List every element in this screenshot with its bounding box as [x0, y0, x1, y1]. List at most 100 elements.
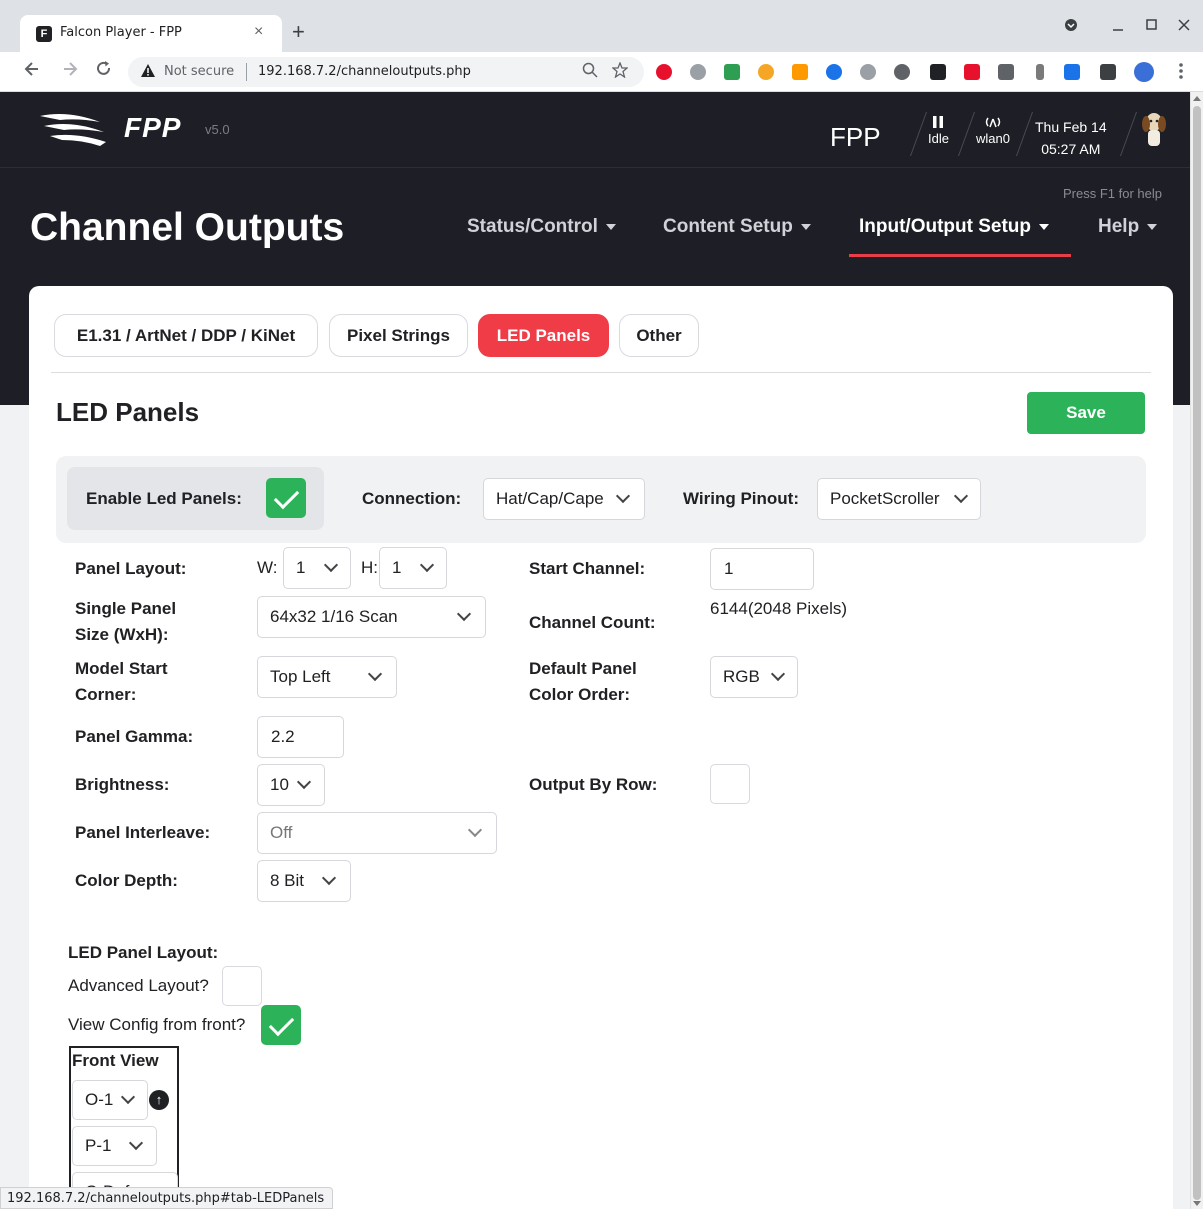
output-select[interactable]: O-1	[72, 1080, 148, 1120]
section-title: LED Panels	[56, 397, 200, 427]
arrow-up-icon[interactable]: ↑	[149, 1090, 169, 1110]
phone-extension-icon[interactable]	[724, 64, 740, 80]
bottle-extension-icon[interactable]	[1036, 64, 1044, 80]
window-extension-icon[interactable]	[998, 64, 1014, 80]
start-channel-input[interactable]: 1	[710, 548, 814, 590]
nav-content-setup[interactable]: Content Setup	[663, 216, 811, 238]
security-text: Not secure	[164, 64, 235, 79]
settings-extension-icon[interactable]	[690, 64, 706, 80]
chevron-down-icon	[800, 223, 811, 230]
maximize-icon[interactable]	[1146, 18, 1158, 37]
terminal-extension-icon[interactable]	[930, 64, 946, 80]
header-divider	[957, 112, 976, 156]
close-window-icon[interactable]	[1178, 18, 1190, 37]
led-panel-layout-label: LED Panel Layout:	[68, 943, 219, 962]
advanced-layout-label: Advanced Layout?	[68, 976, 209, 995]
brightness-select[interactable]: 10	[257, 764, 325, 806]
bookmark-star-icon[interactable]	[611, 61, 629, 82]
panel-config-bar: Enable Led Panels: Connection: Hat/Cap/C…	[56, 456, 1146, 543]
wiring-pinout-select[interactable]: PocketScroller	[817, 478, 981, 520]
chevron-down-icon	[323, 557, 339, 573]
nav-input-output-setup[interactable]: Input/Output Setup	[859, 216, 1050, 238]
back-icon[interactable]	[24, 60, 40, 83]
connection-select[interactable]: Hat/Cap/Cape	[483, 478, 645, 520]
save-button[interactable]: Save	[1027, 392, 1145, 434]
feather-extension-icon[interactable]	[1064, 64, 1080, 80]
nav-status-control[interactable]: Status/Control	[467, 216, 616, 238]
falcon-logo-icon[interactable]	[38, 110, 110, 155]
panel-height-select[interactable]: 1	[379, 547, 447, 589]
close-tab-icon[interactable]: ×	[254, 23, 263, 41]
amazon-extension-icon[interactable]	[792, 64, 808, 80]
puzzle-extensions-icon[interactable]	[1100, 64, 1116, 80]
active-nav-indicator	[849, 254, 1071, 257]
minimize-icon[interactable]	[1112, 18, 1124, 37]
panel-interleave-select[interactable]: Off	[257, 812, 497, 854]
fpp-header: FPP v5.0 FPP Idle wlan0 Thu Feb 14 05:27…	[0, 92, 1190, 168]
address-bar[interactable]: Not secure 192.168.7.2/channeloutputs.ph…	[128, 57, 644, 87]
single-panel-size-select[interactable]: 64x32 1/16 Scan	[257, 596, 486, 638]
default-color-order-select[interactable]: RGB	[710, 656, 798, 698]
browser-tab[interactable]: F Falcon Player - FPP ×	[20, 15, 282, 52]
wiring-pinout-label: Wiring Pinout:	[683, 489, 799, 508]
view-front-checkbox[interactable]	[261, 1005, 301, 1045]
network-status[interactable]: wlan0	[976, 116, 1010, 146]
scroll-down-icon[interactable]	[1193, 1201, 1201, 1206]
fpp-version: v5.0	[205, 122, 230, 137]
page-scrollbar[interactable]	[1190, 92, 1203, 1209]
header-divider	[909, 112, 928, 156]
chevron-down-icon	[605, 223, 616, 230]
circle-extension-icon[interactable]	[860, 64, 876, 80]
model-start-corner-select[interactable]: Top Left	[257, 656, 397, 698]
advanced-layout-checkbox[interactable]	[222, 966, 262, 1006]
model-start-label: Model Start Corner:	[75, 659, 168, 704]
connection-label: Connection:	[362, 489, 462, 508]
panel-number-select[interactable]: P-1	[72, 1126, 157, 1166]
sun-extension-icon[interactable]	[758, 64, 774, 80]
player-status[interactable]: Idle	[928, 116, 949, 146]
enable-panels-label: Enable Led Panels:	[86, 489, 242, 508]
chevron-down-icon	[1147, 223, 1158, 230]
output-by-row-checkbox[interactable]	[710, 764, 750, 804]
scroll-up-icon[interactable]	[1193, 96, 1201, 101]
channel-count-value: 6144(2048 Pixels)	[710, 599, 848, 618]
chevron-down-icon	[456, 606, 472, 622]
network-label: wlan0	[976, 131, 1010, 146]
fpp-favicon-icon: F	[36, 26, 52, 42]
brightness-label: Brightness:	[75, 775, 170, 794]
fpp-logo-text[interactable]: FPP	[124, 112, 181, 144]
tab-e131-artnet[interactable]: E1.31 / ArtNet / DDP / KiNet	[54, 314, 318, 357]
single-panel-label: Single Panel Size (WxH):	[75, 599, 177, 644]
enable-panels-checkbox[interactable]	[266, 478, 306, 518]
height-label: H:	[361, 558, 378, 577]
youtube-extension-icon[interactable]	[964, 64, 980, 80]
panel-width-select[interactable]: 1	[283, 547, 351, 589]
panel-gamma-input[interactable]: 2.2	[257, 716, 344, 758]
chevron-down-icon	[953, 488, 969, 504]
profile-menu-icon[interactable]	[1064, 18, 1078, 37]
divider	[51, 372, 1151, 373]
tab-other[interactable]: Other	[619, 314, 699, 357]
kebab-menu-icon[interactable]	[1178, 62, 1184, 85]
tab-pixel-strings[interactable]: Pixel Strings	[329, 314, 468, 357]
tab-led-panels[interactable]: LED Panels	[478, 314, 609, 357]
reload-icon[interactable]	[96, 60, 112, 83]
channel-count-label: Channel Count:	[529, 613, 656, 632]
profile-avatar-icon[interactable]	[1134, 62, 1154, 82]
forward-icon[interactable]	[62, 60, 78, 83]
header-divider	[1015, 112, 1034, 156]
address-url[interactable]: 192.168.7.2/channeloutputs.php	[258, 64, 471, 79]
pause-icon	[928, 116, 949, 131]
zoom-icon[interactable]	[582, 62, 598, 82]
chevron-down-icon	[321, 870, 337, 886]
new-tab-button[interactable]: +	[292, 20, 305, 44]
chevron-down-icon	[120, 1089, 136, 1105]
opera-extension-icon[interactable]	[656, 64, 672, 80]
chevron-down-icon	[615, 488, 631, 504]
cloud-extension-icon[interactable]	[826, 64, 842, 80]
pin-extension-icon[interactable]	[894, 64, 910, 80]
scroll-thumb[interactable]	[1193, 106, 1201, 1200]
warning-icon[interactable]	[140, 63, 156, 82]
nav-help[interactable]: Help	[1098, 216, 1158, 238]
color-depth-select[interactable]: 8 Bit	[257, 860, 351, 902]
